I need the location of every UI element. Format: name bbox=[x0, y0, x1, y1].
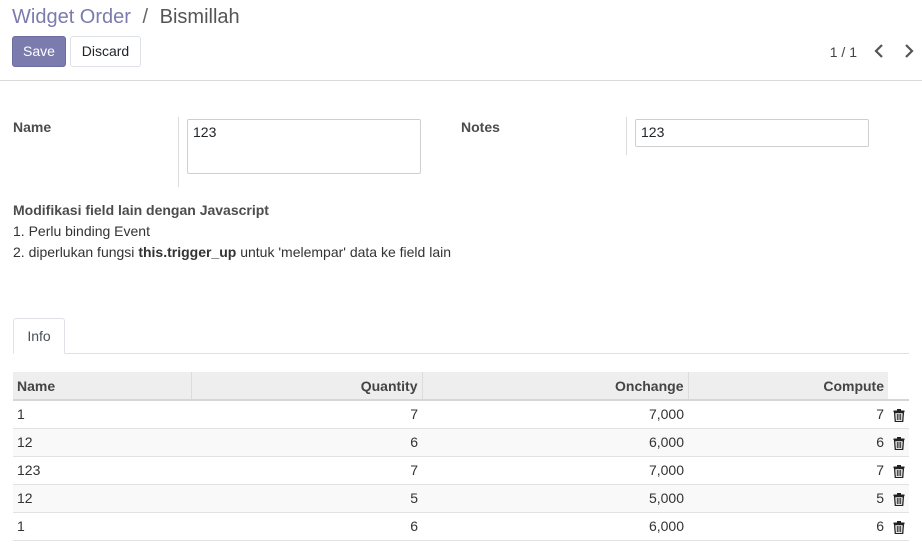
column-header-quantity[interactable]: Quantity bbox=[190, 372, 422, 401]
cell-name[interactable]: 1 bbox=[13, 512, 191, 541]
table-row[interactable]: 1 7 7,000 7 bbox=[13, 400, 909, 429]
trash-icon bbox=[893, 409, 904, 423]
cell-onchange[interactable]: 5,000 bbox=[422, 484, 688, 513]
name-label: Name bbox=[13, 119, 52, 135]
cell-compute[interactable]: 7 bbox=[688, 456, 888, 485]
cell-quantity[interactable]: 5 bbox=[191, 484, 422, 513]
trash-icon bbox=[893, 436, 904, 450]
info-text-block: Modifikasi field lain dengan Javascript … bbox=[13, 200, 451, 263]
info-line-2-code: this.trigger_up bbox=[138, 244, 237, 260]
delete-row-button[interactable] bbox=[888, 428, 909, 457]
table-row[interactable]: 123 7 7,000 7 bbox=[13, 456, 909, 485]
field-divider bbox=[178, 117, 179, 187]
save-button[interactable]: Save bbox=[12, 36, 66, 67]
cell-compute[interactable]: 5 bbox=[688, 484, 888, 513]
cell-name[interactable]: 123 bbox=[13, 456, 191, 485]
delete-row-button[interactable] bbox=[888, 400, 909, 429]
delete-row-button[interactable] bbox=[888, 484, 909, 513]
cell-name[interactable]: 12 bbox=[13, 428, 191, 457]
field-divider bbox=[626, 117, 627, 155]
cell-quantity[interactable]: 7 bbox=[191, 400, 422, 429]
order-lines-table: Name Quantity Onchange Compute 1 7 7,000… bbox=[13, 372, 909, 541]
info-title: Modifikasi field lain dengan Javascript bbox=[13, 202, 269, 218]
table-header-row: Name Quantity Onchange Compute bbox=[13, 372, 909, 401]
breadcrumb-current: Bismillah bbox=[159, 6, 240, 28]
cell-onchange[interactable]: 6,000 bbox=[422, 512, 688, 541]
table-row[interactable]: 12 6 6,000 6 bbox=[13, 428, 909, 457]
cell-onchange[interactable]: 6,000 bbox=[422, 428, 688, 457]
chevron-left-icon bbox=[874, 44, 883, 58]
discard-button[interactable]: Discard bbox=[70, 36, 141, 67]
trash-icon bbox=[893, 520, 904, 534]
breadcrumb-separator: / bbox=[142, 6, 149, 28]
cell-compute[interactable]: 6 bbox=[688, 428, 888, 457]
cell-quantity[interactable]: 6 bbox=[191, 428, 422, 457]
notes-field[interactable]: 123 bbox=[635, 119, 869, 147]
column-header-compute[interactable]: Compute bbox=[687, 372, 888, 401]
chevron-right-icon bbox=[905, 44, 914, 58]
info-line-2-suffix: untuk 'melempar' data ke field lain bbox=[236, 244, 452, 260]
cell-quantity[interactable]: 7 bbox=[191, 456, 422, 485]
table-row[interactable]: 12 5 5,000 5 bbox=[13, 484, 909, 513]
info-line-2-prefix: 2. diperlukan fungsi bbox=[13, 244, 139, 260]
cell-compute[interactable]: 6 bbox=[688, 512, 888, 541]
pager-value[interactable]: 1 / 1 bbox=[830, 44, 857, 60]
cell-name[interactable]: 1 bbox=[13, 400, 191, 429]
tabs-divider bbox=[13, 353, 909, 354]
cell-onchange[interactable]: 7,000 bbox=[422, 456, 688, 485]
breadcrumb: Widget Order / Bismillah bbox=[12, 5, 240, 29]
cell-compute[interactable]: 7 bbox=[688, 400, 888, 429]
info-line-1: 1. Perlu binding Event bbox=[13, 223, 150, 239]
delete-row-button[interactable] bbox=[888, 456, 909, 485]
breadcrumb-parent-link[interactable]: Widget Order bbox=[12, 6, 131, 28]
pager-previous-button[interactable] bbox=[871, 42, 887, 60]
name-field[interactable]: 123 bbox=[187, 119, 421, 174]
control-panel: Widget Order / Bismillah Save Discard 1 … bbox=[0, 0, 922, 81]
notes-label: Notes bbox=[461, 119, 500, 135]
trash-icon bbox=[893, 464, 904, 478]
pager-next-button[interactable] bbox=[901, 42, 917, 60]
tab-info[interactable]: Info bbox=[13, 318, 65, 354]
table-row[interactable]: 1 6 6,000 6 bbox=[13, 512, 909, 541]
trash-icon bbox=[893, 492, 904, 506]
column-header-name[interactable]: Name bbox=[13, 372, 191, 401]
info-line-2: 2. diperlukan fungsi this.trigger_up unt… bbox=[13, 242, 451, 263]
delete-row-button[interactable] bbox=[888, 512, 909, 541]
column-header-actions bbox=[888, 372, 909, 401]
cell-onchange[interactable]: 7,000 bbox=[422, 400, 688, 429]
column-header-onchange[interactable]: Onchange bbox=[421, 372, 688, 401]
cell-quantity[interactable]: 6 bbox=[191, 512, 422, 541]
cell-name[interactable]: 12 bbox=[13, 484, 191, 513]
